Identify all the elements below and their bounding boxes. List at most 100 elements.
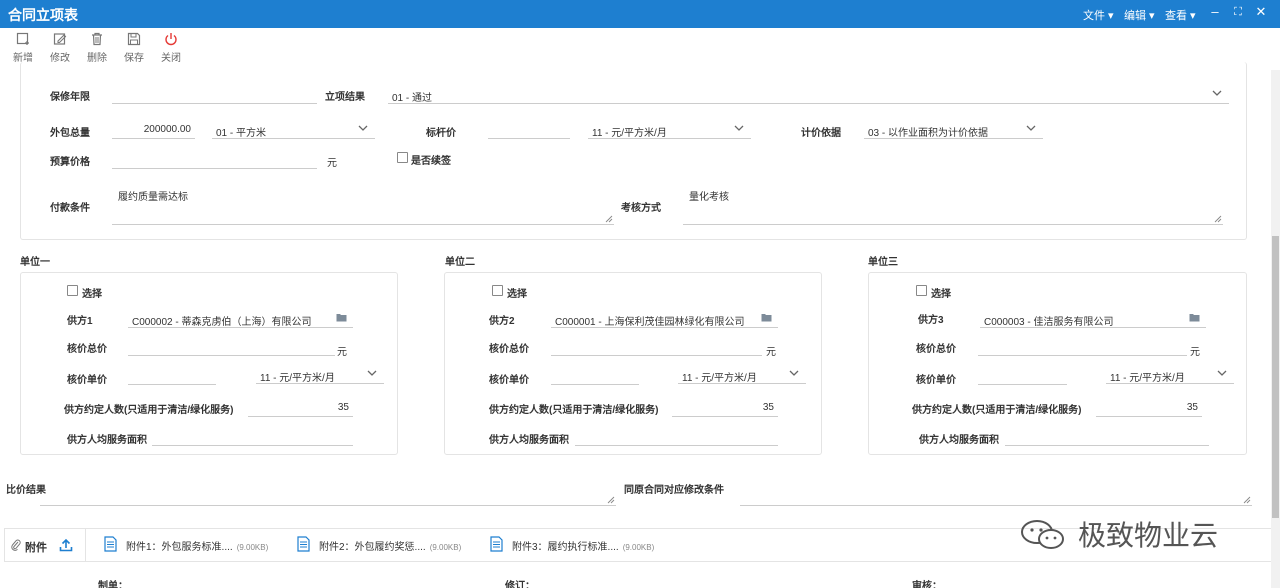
unit-two-total-input[interactable] [551, 338, 762, 356]
budget-price-label: 预算价格 [50, 157, 90, 168]
unit-one-area-input[interactable] [152, 428, 353, 446]
unit-one-area-label: 供方人均服务面积 [67, 435, 147, 446]
outsourcing-total-label: 外包总量 [50, 128, 90, 139]
unit-two-area-input[interactable] [575, 428, 778, 446]
unit-two-total-label: 核价总价 [489, 344, 529, 355]
unit-one-price-unit-select[interactable]: 11 - 元/平方米/月 [256, 366, 384, 384]
unit-two-unit-price-input[interactable] [551, 367, 639, 385]
unit-one-supplier-input[interactable]: C000002 - 蒂森克虏伯（上海）有限公司 [128, 310, 353, 328]
unit-one-total-unit: 元 [337, 347, 347, 358]
new-icon [16, 32, 29, 45]
payment-terms-label: 付款条件 [50, 203, 90, 214]
unit-one-unit-price-input[interactable] [128, 367, 216, 385]
renewal-label: 是否续签 [411, 156, 451, 167]
renewal-checkbox[interactable] [397, 152, 408, 163]
folder-icon [761, 314, 772, 322]
unit-one-select-checkbox[interactable] [67, 285, 78, 296]
watermark: 极致物业云 [1020, 512, 1250, 552]
unit-three-select-checkbox[interactable] [916, 285, 927, 296]
unit-one-supplier-label: 供方1 [67, 316, 93, 327]
vertical-scrollbar[interactable] [1271, 70, 1280, 588]
close-window-icon[interactable]: ✕ [1253, 4, 1269, 20]
unit-two-title: 单位二 [445, 257, 475, 268]
unit-three-price-unit-select[interactable]: 11 - 元/平方米/月 [1106, 366, 1234, 384]
save-button[interactable]: 保存 [117, 32, 151, 64]
menu-edit[interactable]: 编辑 ▾ [1124, 7, 1155, 23]
resize-handle-icon [605, 215, 613, 223]
unit-two-price-unit-select[interactable]: 11 - 元/平方米/月 [678, 366, 806, 384]
modify-conditions-textarea[interactable] [740, 478, 1252, 506]
unit-three-area-label: 供方人均服务面积 [919, 435, 999, 446]
unit-three-headcount-input[interactable]: 35 [1096, 399, 1202, 417]
window-titlebar: 合同立项表 文件 ▾ 编辑 ▾ 查看 ▾ – ⛶ ✕ [0, 0, 1280, 28]
unit-two-supplier-input[interactable]: C000001 - 上海保利茂佳园林绿化有限公司 [551, 310, 778, 328]
edit-icon [53, 33, 67, 45]
unit-two-headcount-label: 供方约定人数(只适用于清洁/绿化服务) [489, 405, 659, 416]
maker-label: 制单： [98, 581, 128, 588]
save-icon [127, 32, 141, 46]
unit-one-title: 单位一 [20, 257, 50, 268]
assessment-method-textarea[interactable]: 量化考核 [683, 184, 1223, 225]
benchmark-unit-select[interactable]: 11 - 元/平方米/月 [588, 121, 751, 139]
upload-icon[interactable] [59, 538, 73, 552]
document-icon [297, 536, 310, 552]
benchmark-price-input[interactable] [488, 121, 570, 139]
unit-two-supplier-label: 供方2 [489, 316, 515, 327]
unit-three-unit-price-input[interactable] [978, 367, 1067, 385]
pricing-basis-label: 计价依据 [801, 128, 841, 139]
document-icon [104, 536, 117, 552]
unit-one-total-label: 核价总价 [67, 344, 107, 355]
minimize-icon[interactable]: – [1207, 4, 1223, 19]
resize-handle-icon [1243, 496, 1251, 504]
outsourcing-unit-select[interactable]: 01 - 平方米 [212, 121, 375, 139]
attachment-item[interactable]: 附件1：外包服务标准.... (9.00KB) [126, 538, 268, 553]
pricing-basis-select[interactable]: 03 - 以作业面积为计价依据 [864, 121, 1043, 139]
resize-handle-icon [1214, 215, 1222, 223]
unit-one-headcount-input[interactable]: 35 [248, 399, 353, 417]
unit-one-select-label: 选择 [82, 289, 102, 300]
scrollbar-thumb[interactable] [1272, 236, 1279, 518]
budget-price-unit: 元 [327, 158, 337, 169]
menu-view[interactable]: 查看 ▾ [1165, 7, 1196, 23]
review-label: 审核： [912, 581, 942, 588]
power-icon [165, 33, 177, 46]
folder-icon [336, 314, 347, 322]
new-button[interactable]: 新增 [6, 32, 40, 64]
close-button[interactable]: 关闭 [154, 32, 188, 64]
unit-three-total-input[interactable] [978, 338, 1187, 356]
watermark-text: 极致物业云 [1078, 519, 1219, 552]
warranty-years-input[interactable] [112, 86, 317, 104]
unit-three-area-input[interactable] [1005, 428, 1209, 446]
chevron-down-icon [1217, 370, 1227, 376]
unit-three-title: 单位三 [868, 257, 898, 268]
unit-one-total-input[interactable] [128, 338, 335, 356]
unit-two-total-unit: 元 [766, 347, 776, 358]
benchmark-price-label: 标杆价 [426, 128, 456, 139]
unit-three-total-unit: 元 [1190, 347, 1200, 358]
budget-price-input[interactable] [112, 151, 317, 169]
unit-two-select-checkbox[interactable] [492, 285, 503, 296]
maximize-icon[interactable]: ⛶ [1230, 6, 1246, 19]
chevron-down-icon [734, 125, 744, 131]
approval-result-select[interactable]: 01 - 通过 [388, 86, 1229, 104]
edit-button[interactable]: 修改 [43, 32, 77, 64]
document-icon [490, 536, 503, 552]
divider [85, 529, 86, 561]
comparison-result-textarea[interactable] [40, 478, 616, 506]
unit-two-unit-price-label: 核价单价 [489, 375, 529, 386]
unit-two-headcount-input[interactable]: 35 [672, 399, 778, 417]
unit-three-select-label: 选择 [931, 289, 951, 300]
attachment-item[interactable]: 附件3：履约执行标准.... (9.00KB) [512, 538, 654, 553]
unit-three-unit-price-label: 核价单价 [916, 375, 956, 386]
attachment-item[interactable]: 附件2：外包履约奖惩.... (9.00KB) [319, 538, 461, 553]
unit-three-supplier-input[interactable]: C000003 - 佳洁服务有限公司 [980, 310, 1206, 328]
chevron-down-icon [1026, 125, 1036, 131]
outsourcing-total-input[interactable]: 200000.00 [112, 121, 195, 139]
revise-label: 修订： [505, 581, 535, 588]
chevron-down-icon [1212, 90, 1222, 96]
chevron-down-icon [789, 370, 799, 376]
delete-button[interactable]: 删除 [80, 32, 114, 64]
menu-file[interactable]: 文件 ▾ [1083, 7, 1114, 23]
payment-terms-textarea[interactable]: 履约质量需达标 [112, 184, 614, 225]
unit-one-headcount-label: 供方约定人数(只适用于清洁/绿化服务) [64, 405, 234, 416]
